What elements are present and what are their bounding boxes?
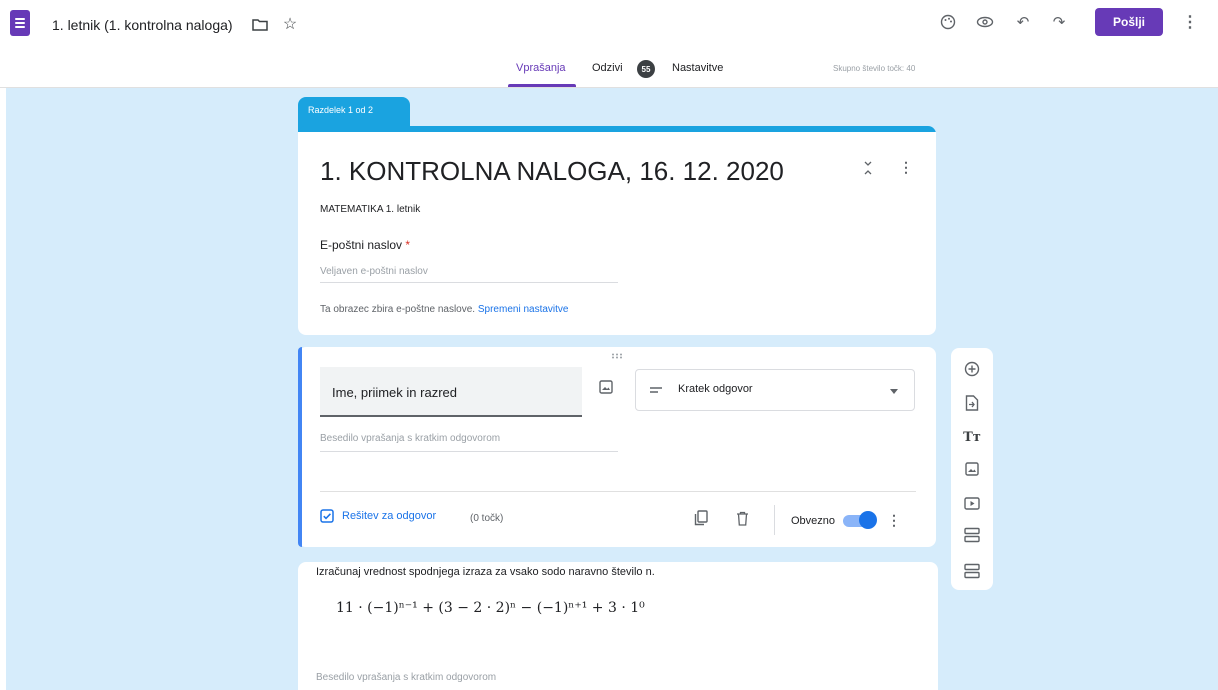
add-section-icon-secondary[interactable] [961, 560, 983, 582]
responses-count-badge: 55 [637, 60, 655, 78]
email-placeholder: Veljaven e-poštni naslov [320, 266, 428, 277]
email-collect-note: Ta obrazec zbira e-poštne naslove. Sprem… [320, 304, 568, 315]
tab-settings[interactable]: Nastavitve [672, 62, 723, 74]
add-section-icon[interactable] [961, 524, 983, 546]
question-more-icon[interactable]: ⋮ [886, 509, 902, 531]
star-icon[interactable]: ☆ [280, 14, 300, 34]
import-questions-icon[interactable] [961, 392, 983, 414]
more-menu-icon[interactable]: ⋮ [1180, 11, 1200, 33]
email-collect-text: Ta obrazec zbira e-poštne naslove. [320, 304, 476, 315]
duplicate-icon[interactable] [691, 508, 711, 528]
short-answer-placeholder: Besedilo vprašanja s kratkim odgovorom [316, 672, 497, 683]
add-image-icon[interactable] [961, 458, 983, 480]
form-title[interactable]: 1. KONTROLNA NALOGA, 16. 12. 2020 [320, 156, 784, 187]
section-more-icon[interactable]: ⋮ [898, 156, 914, 178]
active-question-indicator [298, 347, 302, 547]
top-bar: 1. letnik (1. kontrolna naloga) ☆ ↶ ↷ Po… [0, 0, 1218, 88]
undo-icon[interactable]: ↶ [1012, 11, 1034, 33]
footer-separator [774, 505, 775, 535]
tab-responses[interactable]: Odzivi [592, 62, 623, 74]
redo-icon[interactable]: ↷ [1048, 11, 1070, 33]
question-text[interactable]: Izračunaj vrednost spodnjega izraza za v… [316, 566, 655, 578]
question-formula: 11 · (−1)ⁿ⁻¹ + (3 − 2 · 2)ⁿ − (−1)ⁿ⁺¹ + … [336, 600, 645, 616]
question-card[interactable]: Izračunaj vrednost spodnjega izraza za v… [298, 562, 938, 690]
chevron-down-icon [888, 385, 900, 397]
tab-questions[interactable]: Vprašanja [516, 62, 566, 74]
folder-icon[interactable] [250, 15, 270, 33]
question-card-active[interactable]: Ime, priimek in razred Kratek odgovor Be… [298, 347, 936, 547]
delete-icon[interactable] [732, 508, 752, 528]
email-question-label: E-poštni naslov * [320, 238, 410, 252]
question-type-label: Kratek odgovor [678, 383, 753, 395]
required-label: Obvezno [791, 515, 836, 527]
required-asterisk: * [405, 238, 411, 252]
question-title[interactable]: Ime, priimek in razred [332, 385, 457, 400]
question-type-dropdown[interactable]: Kratek odgovor [635, 369, 915, 411]
question-title-field[interactable]: Ime, priimek in razred [320, 367, 582, 417]
answer-underline [320, 451, 618, 452]
short-answer-icon [648, 383, 664, 397]
total-points-label: Skupno število točk: 40 [833, 64, 916, 73]
forms-logo-icon[interactable] [10, 10, 30, 36]
preview-eye-icon[interactable] [974, 11, 996, 33]
question-points: (0 točk) [470, 513, 504, 524]
question-footer-divider [320, 491, 916, 492]
answer-key-label: Rešitev za odgovor [342, 510, 437, 522]
answer-key-checkbox-icon [320, 509, 334, 523]
drag-handle-icon[interactable] [609, 351, 625, 361]
add-title-icon[interactable]: Tт [961, 426, 983, 448]
document-title[interactable]: 1. letnik (1. kontrolna naloga) [52, 17, 233, 33]
change-settings-link[interactable]: Spremeni nastavitve [478, 304, 569, 315]
collapse-section-icon[interactable] [860, 158, 876, 178]
add-image-icon[interactable] [596, 377, 616, 397]
section-label: Razdelek 1 od 2 [308, 105, 374, 115]
required-toggle-thumb[interactable] [859, 511, 877, 529]
palette-icon[interactable] [937, 11, 959, 33]
answer-key-button[interactable]: Rešitev za odgovor [320, 509, 436, 523]
add-question-icon[interactable] [961, 358, 983, 380]
form-header-card[interactable]: 1. KONTROLNA NALOGA, 16. 12. 2020 ⋮ MATE… [298, 132, 936, 335]
email-underline [320, 282, 618, 283]
active-tab-indicator [508, 84, 576, 87]
floating-toolbar: Tт [951, 348, 993, 590]
add-video-icon[interactable] [961, 492, 983, 514]
send-button[interactable]: Pošlji [1095, 8, 1163, 36]
email-label-text: E-poštni naslov [320, 238, 403, 252]
short-answer-placeholder: Besedilo vprašanja s kratkim odgovorom [320, 433, 501, 444]
form-description[interactable]: MATEMATIKA 1. letnik [320, 204, 420, 215]
